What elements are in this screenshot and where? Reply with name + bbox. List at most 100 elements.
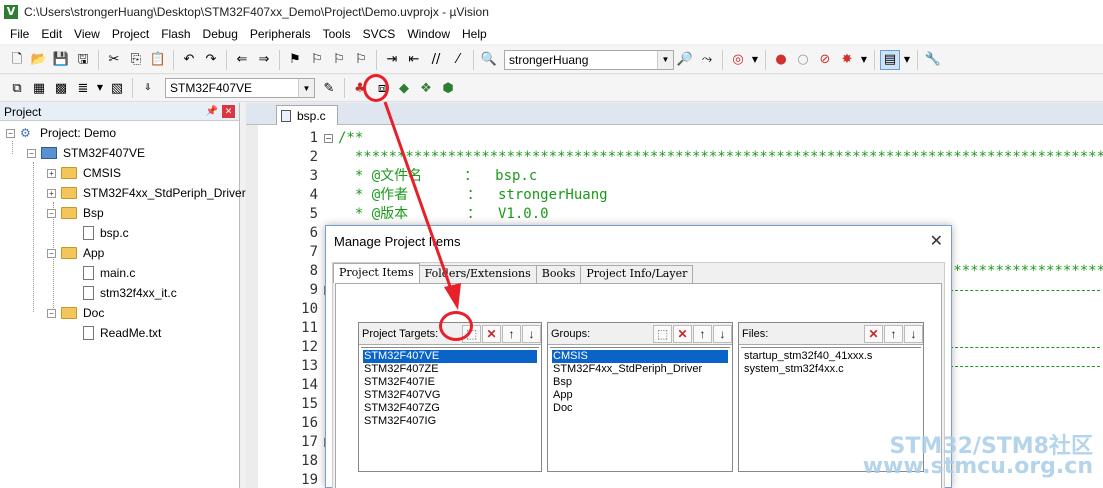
menu-view[interactable]: View [68,24,106,44]
nav-back-icon[interactable]: ⇐ [232,50,252,70]
delete-icon[interactable]: ✕ [864,324,883,343]
menu-help[interactable]: Help [456,24,493,44]
move-up-icon[interactable]: ↑ [693,324,712,343]
list-item[interactable]: STM32F407VG [363,389,537,402]
list-item[interactable]: STM32F407VE [363,350,537,363]
tab-folders-extensions[interactable]: Folders/Extensions [418,265,537,283]
new-file-icon[interactable]: 🗋 [7,50,27,70]
tree-file-readme[interactable]: ReadMe.txt [83,323,161,343]
kill-breakpoints-icon[interactable]: ✸ [837,50,857,70]
menu-svcs[interactable]: SVCS [357,24,402,44]
tree-group-app[interactable]: − App [47,243,104,263]
stop-build-icon[interactable]: ▧ [107,78,127,98]
list-item[interactable]: STM32F407IG [363,415,537,428]
indent-icon[interactable]: ⇥ [382,50,402,70]
move-up-icon[interactable]: ↑ [502,324,521,343]
download-load-icon[interactable]: ⇩ [138,78,158,98]
select-packs-icon[interactable]: ❖ [416,78,436,98]
list-item[interactable]: CMSIS [552,350,728,363]
tree-target[interactable]: − STM32F407VE [27,143,145,163]
move-up-icon[interactable]: ↑ [884,324,903,343]
close-icon[interactable]: ✕ [222,105,235,118]
tree-group-doc[interactable]: − Doc [47,303,104,323]
bookmark-icon[interactable]: ⚑ [285,50,305,70]
menu-tools[interactable]: Tools [317,24,357,44]
undo-icon[interactable]: ↶ [179,50,199,70]
save-icon[interactable]: 💾 [51,50,71,70]
code-line[interactable]: * @作者 ： strongerHuang [338,186,608,205]
redo-icon[interactable]: ↷ [201,50,221,70]
breakpoint-icon[interactable]: ● [771,50,791,70]
fold-collapse-icon[interactable]: − [324,134,333,143]
new-group-icon[interactable]: ⬚ [653,324,672,343]
collapse-icon[interactable]: − [47,308,56,318]
manage-run-time-env-icon[interactable]: ◆ [394,78,414,98]
copy-icon[interactable]: ⎘ [126,50,146,70]
open-file-icon[interactable]: 📂 [29,50,49,70]
disable-breakpoint-icon[interactable]: ○ [793,50,813,70]
tree-group-bsp[interactable]: − Bsp [47,203,104,223]
collapse-icon[interactable]: − [27,148,36,158]
rebuild-icon[interactable]: ▩ [51,78,71,98]
move-down-icon[interactable]: ↓ [713,324,732,343]
menu-edit[interactable]: Edit [35,24,68,44]
menu-file[interactable]: File [4,24,35,44]
debug-session-icon[interactable]: ◎ [728,50,748,70]
expand-icon[interactable]: + [47,188,56,198]
collapse-icon[interactable]: − [47,248,56,258]
incremental-find-icon[interactable]: ⤳ [697,50,717,70]
tree-file-bsp-c[interactable]: bsp.c [83,223,129,243]
configure-icon[interactable]: 🔧 [923,50,943,70]
unindent-icon[interactable]: ⇤ [404,50,424,70]
move-down-icon[interactable]: ↓ [522,324,541,343]
tree-file-it-c[interactable]: stm32f4xx_it.c [83,283,177,303]
chevron-down-icon[interactable]: ▼ [657,50,673,69]
editor-tab-bsp-c[interactable]: bsp.c [276,105,338,125]
code-line[interactable]: * @文件名 ： bsp.c [338,167,537,186]
paste-icon[interactable]: 📋 [148,50,168,70]
find-icon[interactable]: 🔎 [675,50,695,70]
list-item[interactable]: startup_stm32f40_41xxx.s [743,350,919,363]
expand-icon[interactable]: + [47,168,56,178]
collapse-icon[interactable]: − [47,208,56,218]
menu-window[interactable]: Window [401,24,456,44]
uncomment-icon[interactable]: ⁄ [448,50,468,70]
tree-file-main-c[interactable]: main.c [83,263,135,283]
translate-icon[interactable]: ⧉ [7,78,27,98]
find-in-files-icon[interactable]: 🔍 [479,50,499,70]
save-all-icon[interactable]: 🖫 [73,50,93,70]
collapse-icon[interactable]: − [6,128,15,138]
list-item[interactable]: Bsp [552,376,728,389]
tab-books[interactable]: Books [535,265,582,283]
next-bookmark-icon[interactable]: ⚐ [329,50,349,70]
project-targets-list[interactable]: STM32F407VE STM32F407ZE STM32F407IE STM3… [361,347,539,488]
list-item[interactable]: App [552,389,728,402]
menu-peripherals[interactable]: Peripherals [244,24,317,44]
tree-group-stdperiph[interactable]: + STM32F4xx_StdPeriph_Driver [47,183,246,203]
move-down-icon[interactable]: ↓ [904,324,923,343]
code-line[interactable]: * @版本 ： V1.0.0 [338,205,549,224]
cut-icon[interactable]: ✂ [104,50,124,70]
tree-group-cmsis[interactable]: + CMSIS [47,163,121,183]
batch-build-icon[interactable]: ≣ [73,78,93,98]
menu-debug[interactable]: Debug [197,24,244,44]
chevron-down-icon[interactable]: ▼ [902,50,912,70]
close-icon[interactable]: ✕ [930,231,943,251]
chevron-down-icon[interactable]: ▼ [859,50,869,70]
pack-installer-icon[interactable]: ⬢ [438,78,458,98]
disable-all-breakpoints-icon[interactable]: ⊘ [815,50,835,70]
comment-icon[interactable]: // [426,50,446,70]
menu-flash[interactable]: Flash [155,24,196,44]
chevron-down-icon[interactable]: ▼ [95,78,105,98]
list-item[interactable]: STM32F407ZG [363,402,537,415]
tab-project-items[interactable]: Project Items [333,263,420,283]
breakpoint-gutter[interactable] [246,125,258,488]
tab-project-info-layer[interactable]: Project Info/Layer [580,265,694,283]
code-line[interactable]: ****************************************… [338,148,1103,167]
find-combo[interactable]: strongerHuang ▼ [504,49,674,70]
list-item[interactable]: STM32F4xx_StdPeriph_Driver [552,363,728,376]
list-item[interactable]: system_stm32f4xx.c [743,363,919,376]
delete-icon[interactable]: ✕ [673,324,692,343]
list-item[interactable]: STM32F407ZE [363,363,537,376]
list-item[interactable]: STM32F407IE [363,376,537,389]
